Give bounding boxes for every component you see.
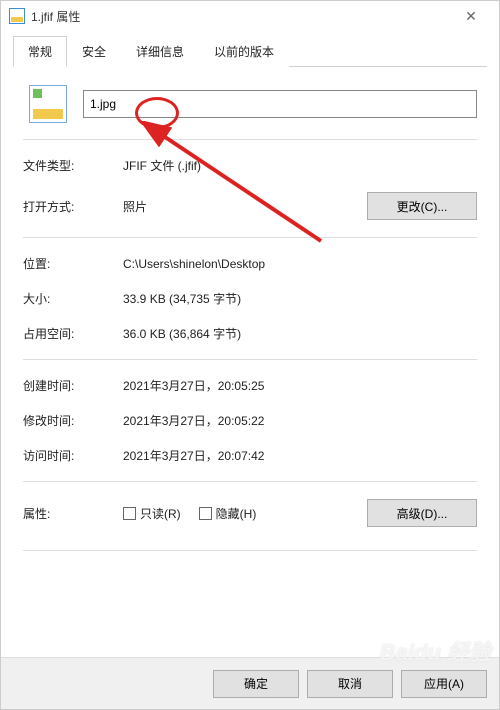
ok-button[interactable]: 确定 (213, 670, 299, 698)
properties-dialog: 1.jfif 属性 ✕ 常规 安全 详细信息 以前的版本 文件类型: JFIF … (0, 0, 500, 710)
row-created: 创建时间: 2021年3月27日，20:05:25 (23, 368, 477, 403)
readonly-label: 只读(R) (140, 505, 181, 522)
tab-general[interactable]: 常规 (13, 36, 67, 67)
checkbox-box-icon (123, 507, 136, 520)
opens-with-app: 照片 (123, 198, 147, 215)
label-location: 位置: (23, 255, 123, 272)
value-modified: 2021年3月27日，20:05:22 (123, 412, 477, 429)
tab-details[interactable]: 详细信息 (121, 36, 199, 67)
label-modified: 修改时间: (23, 412, 123, 429)
divider (23, 139, 477, 140)
value-size-on-disk: 36.0 KB (36,864 字节) (123, 325, 477, 342)
dialog-footer: 确定 取消 应用(A) (1, 657, 499, 709)
value-created: 2021年3月27日，20:05:25 (123, 377, 477, 394)
label-created: 创建时间: (23, 377, 123, 394)
row-modified: 修改时间: 2021年3月27日，20:05:22 (23, 403, 477, 438)
filename-input[interactable] (83, 90, 477, 118)
row-size: 大小: 33.9 KB (34,735 字节) (23, 281, 477, 316)
close-button[interactable]: ✕ (451, 2, 491, 30)
divider (23, 481, 477, 482)
label-attributes: 属性: (23, 505, 123, 522)
filename-row (23, 85, 477, 123)
label-opens-with: 打开方式: (23, 198, 123, 215)
row-accessed: 访问时间: 2021年3月27日，20:07:42 (23, 438, 477, 473)
change-button[interactable]: 更改(C)... (367, 192, 477, 220)
value-size: 33.9 KB (34,735 字节) (123, 290, 477, 307)
filetype-icon (29, 85, 67, 123)
readonly-checkbox[interactable]: 只读(R) (123, 505, 181, 522)
title-bar: 1.jfif 属性 ✕ (1, 1, 499, 31)
cancel-button[interactable]: 取消 (307, 670, 393, 698)
advanced-button[interactable]: 高级(D)... (367, 499, 477, 527)
row-size-on-disk: 占用空间: 36.0 KB (36,864 字节) (23, 316, 477, 351)
hidden-checkbox[interactable]: 隐藏(H) (199, 505, 257, 522)
tab-security[interactable]: 安全 (67, 36, 121, 67)
content-area: 常规 安全 详细信息 以前的版本 文件类型: JFIF 文件 (.jfif) 打… (1, 31, 499, 657)
tab-strip: 常规 安全 详细信息 以前的版本 (13, 35, 487, 67)
label-size-on-disk: 占用空间: (23, 325, 123, 342)
file-icon (9, 8, 25, 24)
divider (23, 550, 477, 551)
window-title: 1.jfif 属性 (31, 8, 451, 25)
row-location: 位置: C:\Users\shinelon\Desktop (23, 246, 477, 281)
row-opens-with: 打开方式: 照片 更改(C)... (23, 183, 477, 229)
divider (23, 237, 477, 238)
row-filetype: 文件类型: JFIF 文件 (.jfif) (23, 148, 477, 183)
label-accessed: 访问时间: (23, 447, 123, 464)
hidden-label: 隐藏(H) (216, 505, 257, 522)
row-attributes: 属性: 只读(R) 隐藏(H) 高级(D)... (23, 490, 477, 536)
value-opens-with: 照片 (123, 198, 367, 215)
label-filetype: 文件类型: (23, 157, 123, 174)
apply-button[interactable]: 应用(A) (401, 670, 487, 698)
value-filetype: JFIF 文件 (.jfif) (123, 157, 477, 174)
attributes-group: 只读(R) 隐藏(H) (123, 505, 367, 522)
value-location: C:\Users\shinelon\Desktop (123, 257, 477, 271)
tab-previous-versions[interactable]: 以前的版本 (199, 36, 289, 67)
general-panel: 文件类型: JFIF 文件 (.jfif) 打开方式: 照片 更改(C)... … (13, 67, 487, 565)
value-accessed: 2021年3月27日，20:07:42 (123, 447, 477, 464)
checkbox-box-icon (199, 507, 212, 520)
label-size: 大小: (23, 290, 123, 307)
divider (23, 359, 477, 360)
